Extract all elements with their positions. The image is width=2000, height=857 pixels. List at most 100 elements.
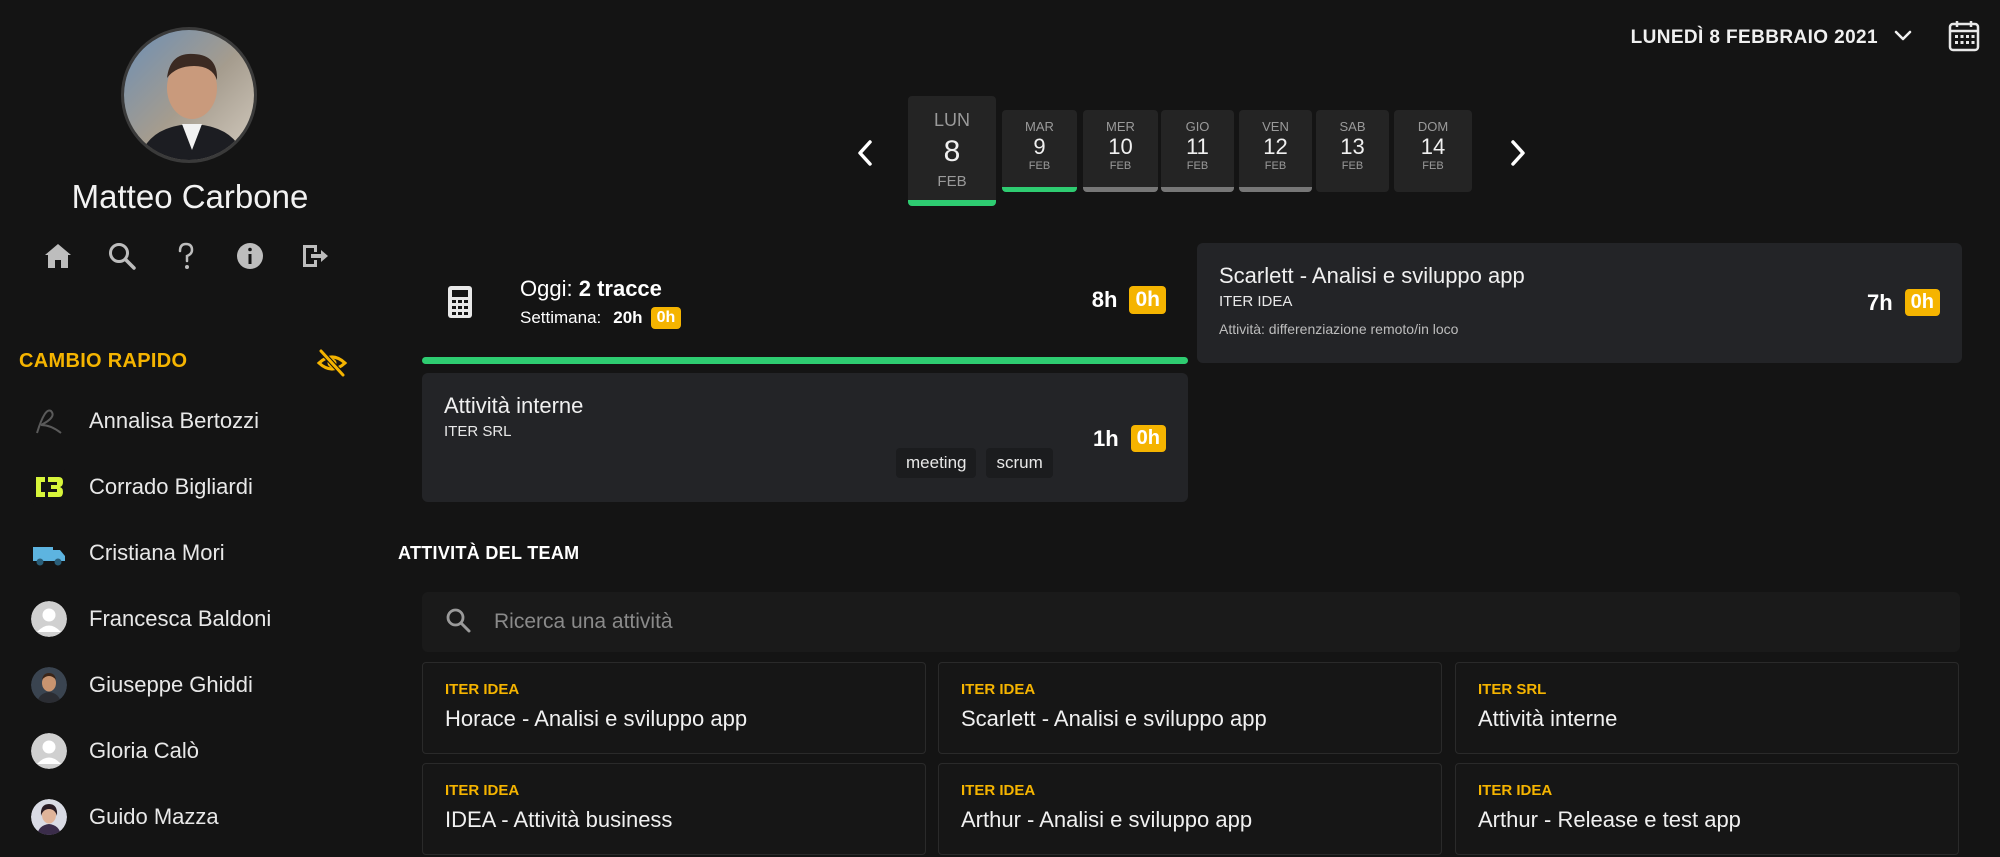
- quick-switch-item[interactable]: Annalisa Bertozzi: [0, 388, 380, 454]
- week-badge: 0h: [650, 307, 682, 329]
- quick-switch-item[interactable]: Giuseppe Ghiddi: [0, 652, 380, 718]
- day-month: FEB: [1028, 160, 1051, 172]
- quick-switch-item[interactable]: Corrado Bigliardi: [0, 454, 380, 520]
- quick-switch-name: Francesca Baldoni: [89, 606, 272, 631]
- week-summary: Settimana: 20h 0h: [520, 307, 682, 329]
- activity-client: ITER IDEA: [445, 782, 520, 799]
- activity-search-input[interactable]: [494, 610, 1894, 634]
- activity-title: Scarlett - Analisi e sviluppo app: [961, 706, 1267, 731]
- day-month: FEB: [937, 173, 967, 190]
- day-name: VEN: [1262, 119, 1289, 134]
- logout-icon[interactable]: [298, 240, 330, 272]
- track-hours: 1h 0h: [1093, 425, 1166, 452]
- day-wednesday[interactable]: MER 10 FEB: [1083, 110, 1158, 192]
- sidebar: Matteo Carbone CAMBIO RAPIDO Annalisa Be…: [0, 0, 380, 857]
- hours-value: 1h: [1092, 425, 1119, 451]
- track-card[interactable]: Scarlett - Analisi e sviluppo app ITER I…: [1197, 243, 1962, 363]
- day-progress-bar: [422, 357, 1188, 364]
- day-number: 12: [1263, 134, 1288, 159]
- activity-title: Arthur - Release e test app: [1478, 807, 1741, 832]
- tag-meeting[interactable]: meeting: [896, 448, 977, 478]
- avatar: [31, 733, 67, 769]
- previous-week-button[interactable]: [852, 136, 878, 170]
- activity-card[interactable]: ITER IDEA Scarlett - Analisi e sviluppo …: [938, 662, 1442, 754]
- quick-switch-list: Annalisa Bertozzi Corrado Bigliardi Cris…: [0, 388, 380, 850]
- activity-title: Arthur - Analisi e sviluppo app: [961, 807, 1253, 832]
- avatar: [31, 535, 67, 571]
- activity-card[interactable]: ITER IDEA IDEA - Attività business: [422, 763, 926, 855]
- activity-client: ITER IDEA: [1478, 782, 1553, 799]
- day-tuesday[interactable]: MAR 9 FEB: [1002, 110, 1077, 192]
- today-hours: 8h 0h: [1092, 286, 1166, 314]
- day-monday[interactable]: LUN 8 FEB: [908, 96, 996, 206]
- activity-search-box[interactable]: [422, 592, 1960, 652]
- avatar: [31, 667, 67, 703]
- activity-title: IDEA - Attività business: [445, 807, 673, 832]
- home-icon[interactable]: [42, 240, 74, 272]
- calendar-icon[interactable]: [1946, 18, 1982, 54]
- day-progress-bar: [1083, 187, 1158, 192]
- today-value: 2 tracce: [578, 276, 662, 301]
- track-card[interactable]: Attività interne ITER SRL meeting scrum …: [422, 373, 1188, 502]
- today-label: Oggi:: [520, 276, 573, 301]
- user-avatar[interactable]: [121, 27, 257, 163]
- quick-switch-item[interactable]: Cristiana Mori: [0, 520, 380, 586]
- quick-switch-item[interactable]: Gloria Calò: [0, 718, 380, 784]
- day-progress-bar: [1161, 187, 1234, 192]
- track-tags: meeting scrum: [896, 448, 1053, 478]
- activity-client: ITER SRL: [1478, 681, 1547, 698]
- nav-icon-bar: [42, 240, 330, 272]
- date-selector[interactable]: LUNEDÌ 8 FEBBRAIO 2021: [1631, 24, 1914, 51]
- current-date: LUNEDÌ 8 FEBBRAIO 2021: [1630, 26, 1878, 48]
- next-week-button[interactable]: [1505, 136, 1531, 170]
- day-thursday[interactable]: GIO 11 FEB: [1161, 110, 1234, 192]
- day-friday[interactable]: VEN 12 FEB: [1239, 110, 1312, 192]
- day-month: FEB: [1341, 160, 1364, 172]
- day-number: 8: [943, 135, 961, 168]
- activity-title: Horace - Analisi e sviluppo app: [445, 706, 748, 731]
- day-saturday[interactable]: SAB 13 FEB: [1316, 110, 1389, 192]
- quick-switch-name: Annalisa Bertozzi: [89, 408, 259, 433]
- track-title: Attività interne: [444, 393, 584, 418]
- day-number: 9: [1033, 134, 1046, 159]
- day-name: SAB: [1339, 119, 1366, 134]
- quick-switch-item[interactable]: Guido Mazza: [0, 784, 380, 850]
- day-number: 13: [1340, 134, 1365, 159]
- quick-switch-name: Cristiana Mori: [89, 540, 225, 565]
- quick-switch-name: Corrado Bigliardi: [89, 474, 253, 499]
- activity-card[interactable]: ITER IDEA Horace - Analisi e sviluppo ap…: [422, 662, 926, 754]
- avatar: [31, 403, 67, 439]
- avatar: [31, 601, 67, 637]
- help-icon[interactable]: [170, 240, 202, 272]
- search-icon[interactable]: [106, 240, 138, 272]
- calculator-icon: [446, 285, 474, 324]
- week-label: Settimana:: [520, 308, 602, 327]
- activity-card[interactable]: ITER IDEA Arthur - Release e test app: [1455, 763, 1959, 855]
- tag-scrum[interactable]: scrum: [986, 448, 1053, 478]
- quick-switch-item[interactable]: Francesca Baldoni: [0, 586, 380, 652]
- activity-card[interactable]: ITER SRL Attività interne: [1455, 662, 1959, 754]
- eye-off-icon[interactable]: [316, 347, 348, 379]
- day-progress-bar: [1239, 187, 1312, 192]
- day-number: 11: [1186, 134, 1209, 159]
- day-name: LUN: [933, 110, 970, 130]
- info-icon[interactable]: [234, 240, 266, 272]
- hours-badge: 0h: [1904, 289, 1940, 316]
- day-sunday[interactable]: DOM 14 FEB: [1394, 110, 1472, 192]
- track-client: ITER SRL: [444, 423, 512, 440]
- user-name: Matteo Carbone: [71, 178, 309, 215]
- day-number: 10: [1108, 134, 1133, 159]
- hours-badge: 0h: [1130, 425, 1166, 452]
- activity-client: ITER IDEA: [961, 782, 1036, 799]
- week-hours: 20h: [613, 308, 643, 327]
- avatar: [31, 469, 67, 505]
- team-activities-title: ATTIVITÀ DEL TEAM: [398, 543, 580, 563]
- day-month: FEB: [1264, 160, 1287, 172]
- activity-client: ITER IDEA: [445, 681, 520, 698]
- avatar: [31, 799, 67, 835]
- activity-card[interactable]: ITER IDEA Arthur - Analisi e sviluppo ap…: [938, 763, 1442, 855]
- quick-switch-name: Gloria Calò: [89, 738, 200, 763]
- day-month: FEB: [1422, 160, 1444, 172]
- quick-switch-name: Giuseppe Ghiddi: [89, 672, 253, 697]
- track-hours: 7h 0h: [1867, 289, 1940, 316]
